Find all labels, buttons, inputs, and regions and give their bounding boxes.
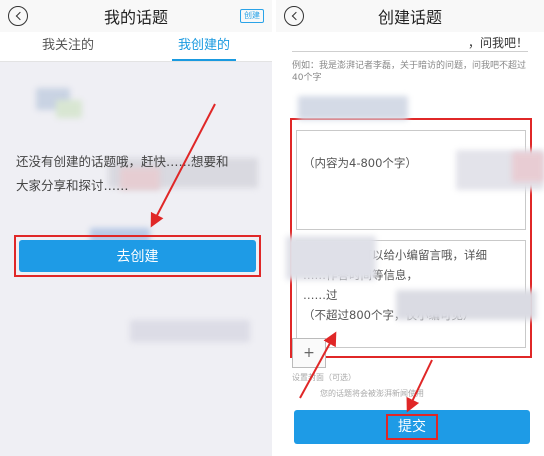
submit-button[interactable]: 提交 [386, 414, 438, 440]
left-top-bar: 我的话题 创建 [0, 0, 272, 32]
create-topic-screen: 创建话题 ，问我吧！ 例如：我是澎湃记者李磊，关于暗访的问题，问我吧不超过40个… [276, 0, 544, 456]
topic-tabs: 我关注的 我创建的 [0, 32, 272, 62]
usage-note: 您的话题将会被澎湃新闻使用 [320, 389, 424, 398]
blurred-patch [130, 320, 250, 342]
topic-title-input[interactable]: ，问我吧！ [292, 34, 528, 52]
title-example-hint: 例如：我是澎湃记者李磊，关于暗访的问题，问我吧不超过40个字 [292, 61, 527, 83]
my-topics-screen: 我的话题 创建 我关注的 我创建的 还没有创建的话题哦，赶快……想要和 大家分享… [0, 0, 272, 456]
question-suffix: ，问我吧！ [467, 36, 528, 50]
content-placeholder: （内容为4-800个字） [303, 156, 417, 170]
blurred-patch [396, 290, 536, 320]
cover-caption: 设置封面（可选） [292, 373, 356, 382]
blurred-patch [56, 100, 82, 118]
empty-state-line: 大家分享和探讨…… [16, 178, 129, 193]
submit-bar[interactable]: 提交 [294, 410, 530, 444]
tab-created[interactable]: 我创建的 [136, 32, 272, 61]
empty-state-line: 还没有创建的话题哦，赶快……想要和 [16, 154, 229, 169]
go-create-button[interactable]: 去创建 [19, 240, 256, 272]
back-icon[interactable] [284, 6, 304, 26]
page-title: 创建话题 [377, 8, 442, 27]
page-title: 我的话题 [103, 8, 168, 27]
blurred-patch [286, 236, 376, 280]
tab-followed[interactable]: 我关注的 [0, 32, 136, 61]
create-tag-button[interactable]: 创建 [240, 9, 264, 23]
right-top-bar: 创建话题 [276, 0, 544, 32]
highlight-box: 去创建 [14, 235, 261, 277]
add-cover-button[interactable]: + [292, 338, 326, 368]
blurred-patch [512, 152, 544, 182]
empty-state-text: 还没有创建的话题哦，赶快……想要和 大家分享和探讨…… [16, 150, 256, 198]
back-icon[interactable] [8, 6, 28, 26]
blurred-patch [298, 96, 408, 120]
